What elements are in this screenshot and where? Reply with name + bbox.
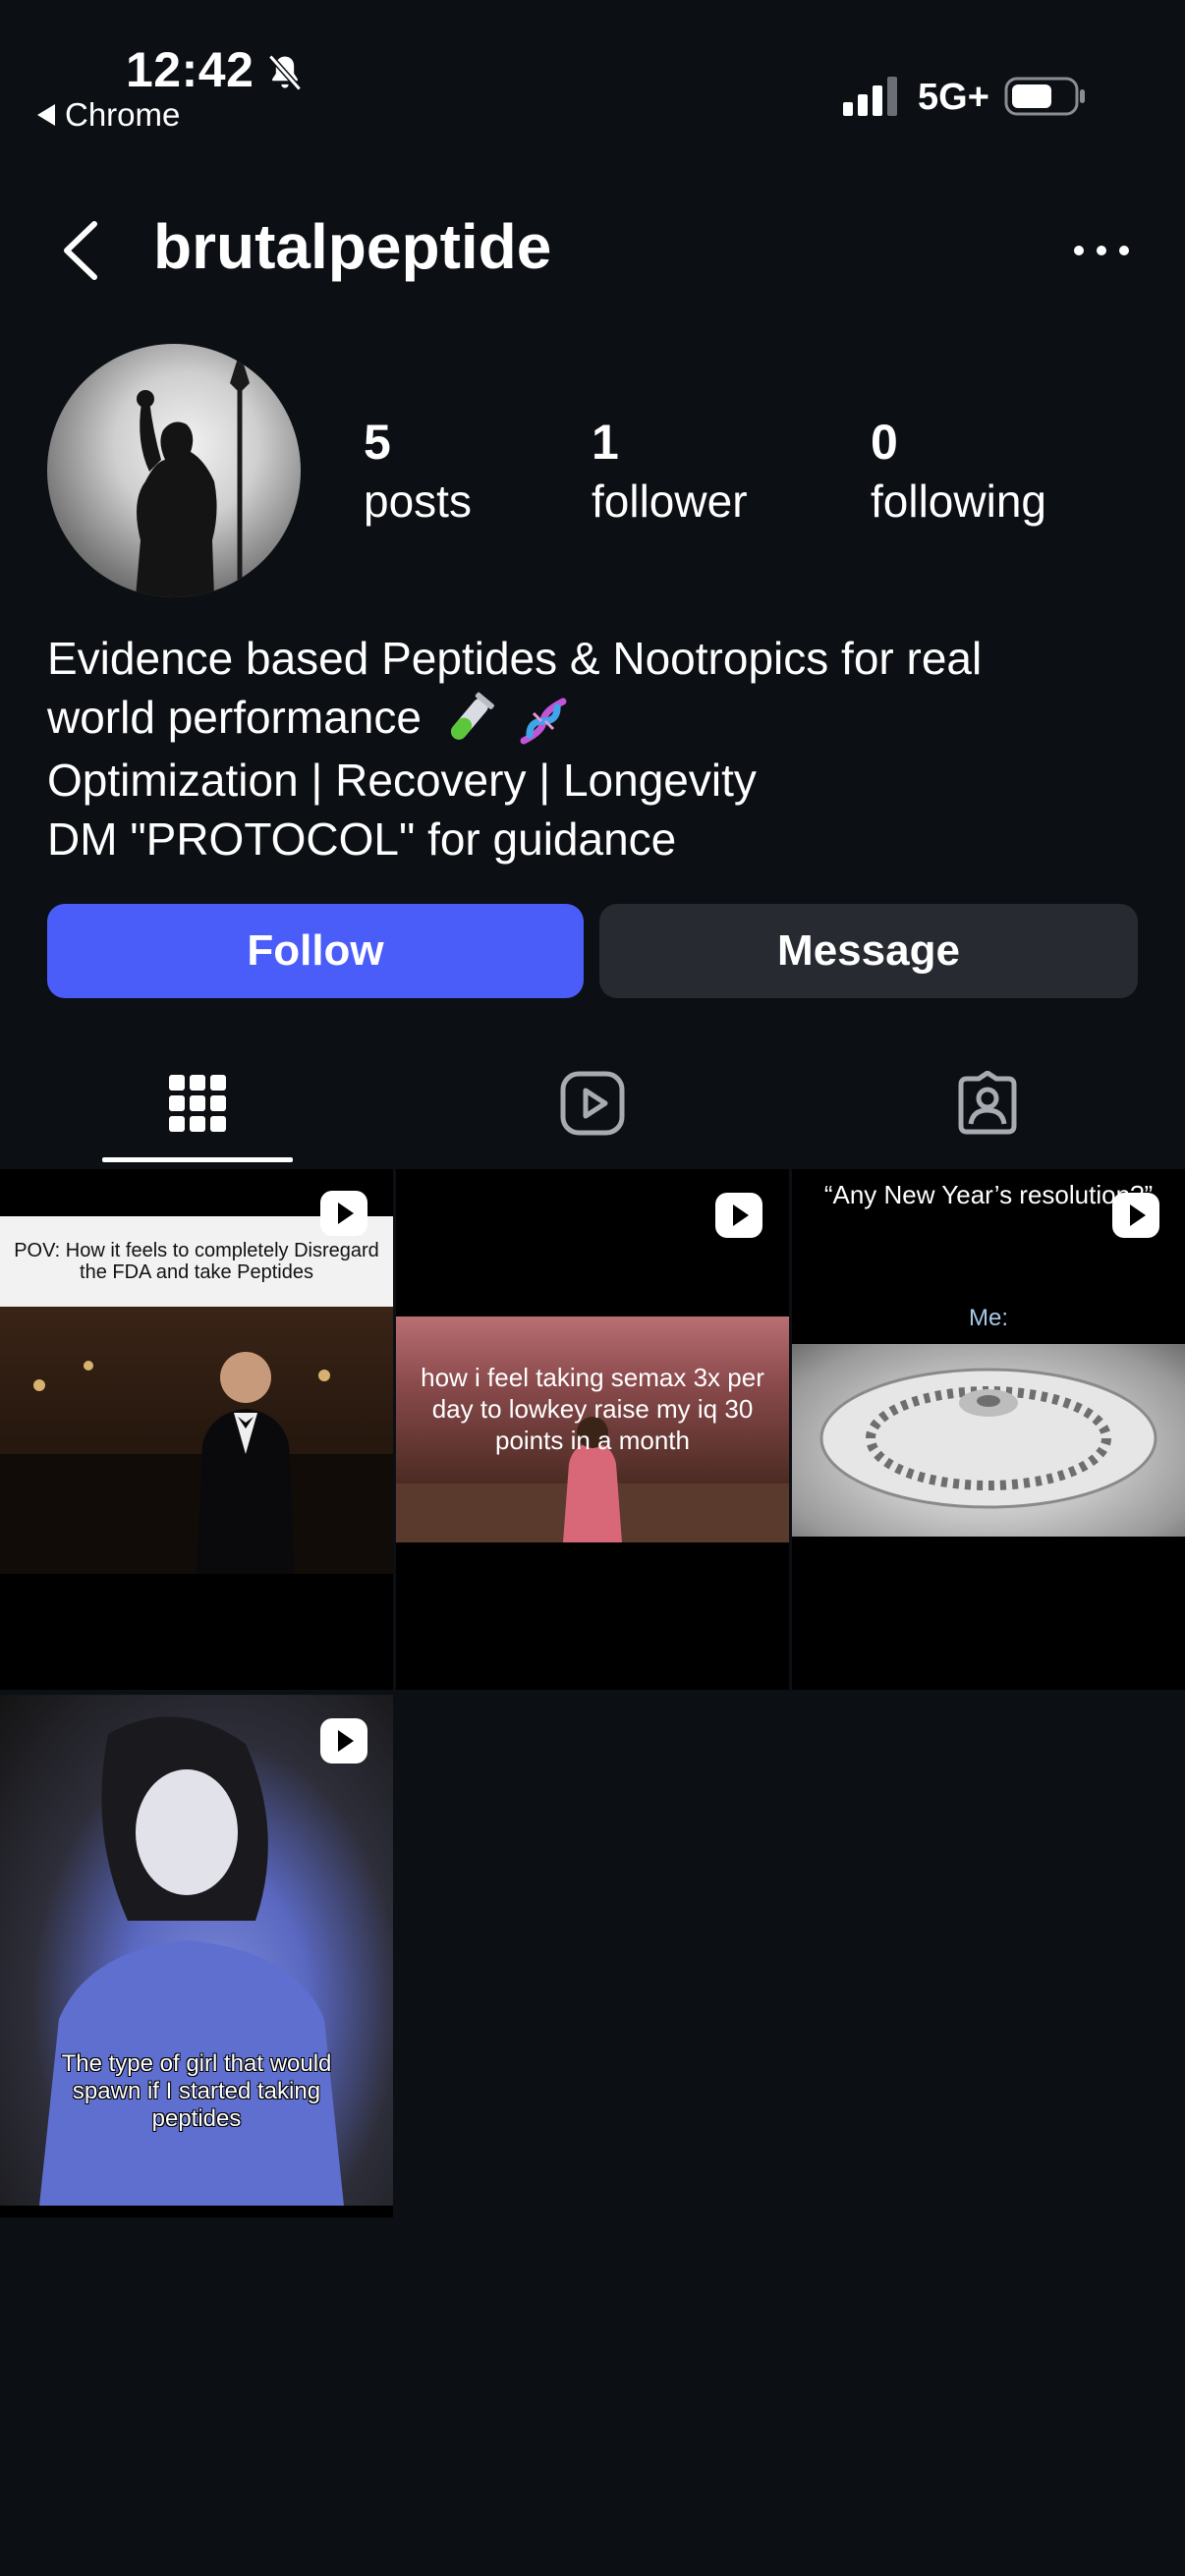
back-triangle-icon — [37, 104, 55, 126]
grid-icon — [169, 1075, 226, 1132]
post-thumbnail — [0, 1307, 393, 1574]
active-tab-indicator — [102, 1157, 293, 1162]
stat-following-count: 0 — [871, 415, 898, 470]
battery-icon — [1004, 77, 1085, 116]
avatar-figure-illustration — [136, 352, 250, 597]
back-arrow-icon[interactable] — [51, 216, 110, 285]
stat-following[interactable]: 0 following — [871, 413, 1046, 531]
post-caption: how i feel taking semax 3x per day to lo… — [421, 1363, 764, 1455]
stat-followers-count: 1 — [592, 415, 619, 470]
stat-followers[interactable]: 1 follower — [592, 413, 748, 531]
post-caption: POV: How it feels to completely Disregar… — [14, 1240, 379, 1283]
reel-play-icon — [715, 1193, 762, 1238]
tab-posts-grid[interactable] — [0, 1041, 395, 1165]
bio-line-2: world performance — [47, 692, 422, 743]
tuxedo-man-illustration — [0, 1352, 393, 1574]
bell-muted-icon — [268, 54, 302, 91]
signal-icon — [843, 77, 897, 116]
reel-play-icon — [320, 1191, 367, 1236]
post-tile[interactable]: The type of girl that would spawn if I s… — [0, 1695, 393, 2217]
stat-following-label: following — [871, 476, 1046, 527]
bio-line-2-wrap: world performance — [47, 688, 1148, 751]
profile-avatar[interactable] — [47, 344, 301, 597]
bio-line-1: Evidence based Peptides & Nootropics for… — [47, 633, 983, 684]
post-tile[interactable]: “Any New Year’s resolution?” Me: — [792, 1169, 1185, 1690]
profile-tabs — [0, 1041, 1185, 1165]
post-thumbnail — [792, 1344, 1185, 1537]
post-tile[interactable]: how i feel taking semax 3x per day to lo… — [396, 1169, 789, 1690]
tab-reels[interactable] — [395, 1041, 790, 1165]
message-button[interactable]: Message — [599, 904, 1138, 998]
tagged-icon — [958, 1071, 1017, 1135]
bio-line-3: Optimization | Recovery | Longevity — [47, 754, 757, 806]
stat-posts-count: 5 — [364, 415, 391, 470]
reels-icon — [560, 1071, 625, 1136]
more-options-icon[interactable] — [1071, 226, 1132, 275]
follow-button[interactable]: Follow — [47, 904, 584, 998]
test-tube-icon — [450, 692, 494, 740]
stat-followers-label: follower — [592, 476, 748, 527]
status-bar: 12:42 Chrome 5G+ — [0, 0, 1185, 147]
profile-bio: Evidence based Peptides & Nootropics for… — [47, 629, 1148, 868]
profile-page: 12:42 Chrome 5G+ brutalpeptide 5 posts 1… — [0, 0, 1185, 2576]
back-to-app-link[interactable]: Chrome — [37, 96, 180, 134]
post-tile[interactable]: POV: How it feels to completely Disregar… — [0, 1169, 393, 1690]
reel-play-icon — [1112, 1193, 1159, 1238]
stat-posts[interactable]: 5 posts — [364, 413, 472, 531]
profile-username: brutalpeptide — [153, 211, 552, 282]
stat-posts-label: posts — [364, 476, 472, 527]
post-caption-sub: Me: — [968, 1305, 1008, 1331]
network-type: 5G+ — [918, 77, 989, 118]
post-caption: The type of girl that would spawn if I s… — [61, 2050, 332, 2132]
bio-line-4: DM "PROTOCOL" for guidance — [47, 812, 677, 865]
dna-icon — [520, 698, 566, 745]
back-app-label: Chrome — [65, 96, 181, 133]
tab-tagged[interactable] — [790, 1041, 1185, 1165]
status-time: 12:42 — [126, 42, 254, 97]
profile-header: brutalpeptide — [0, 196, 1185, 305]
vial-machine-illustration — [819, 1368, 1157, 1509]
reel-play-icon — [320, 1718, 367, 1764]
post-caption: “Any New Year’s resolution?” — [823, 1180, 1154, 1209]
